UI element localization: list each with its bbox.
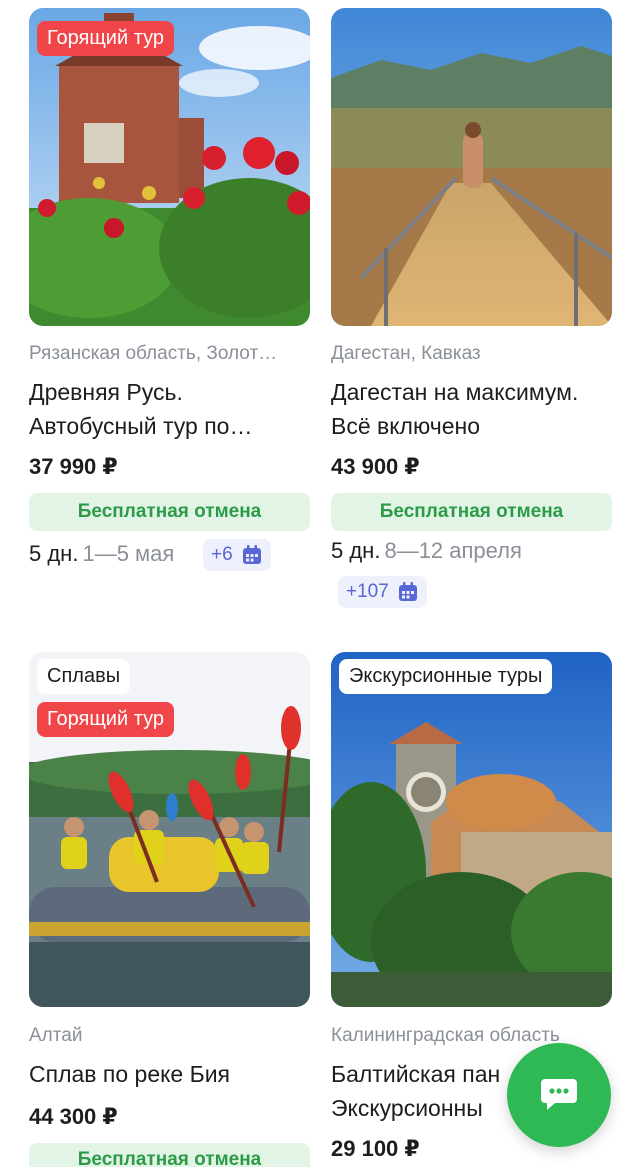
tour-photo-tower	[331, 652, 612, 1007]
chat-bubble-icon	[541, 1079, 577, 1110]
category-badge: Экскурсионные туры	[339, 659, 553, 694]
tour-title-line: Автобусный тур по…	[29, 413, 253, 439]
category-badge: Сплавы	[37, 659, 131, 694]
tour-price: 43 900 ₽	[331, 454, 420, 479]
tour-photo[interactable]	[331, 8, 612, 326]
tour-title[interactable]: Дагестан на максимум. Всё включено	[331, 375, 631, 443]
tour-title-line: Древняя Русь.	[29, 379, 183, 405]
tour-dates: 5 дн. 8—12 апреля	[331, 538, 522, 564]
tour-title[interactable]: Сплав по реке Бия	[29, 1057, 329, 1091]
tour-price: 44 300 ₽	[29, 1104, 118, 1129]
chat-button[interactable]	[507, 1043, 611, 1147]
tour-date-range: 1—5 мая	[82, 541, 175, 566]
more-dates-button[interactable]: +107	[338, 576, 427, 608]
hot-tour-badge: Горящий тур	[37, 21, 174, 56]
tour-region: Рязанская область, Золот…	[29, 343, 278, 364]
tour-title[interactable]: Древняя Русь. Автобусный тур по…	[29, 375, 329, 443]
tour-duration: 5 дн.	[331, 538, 381, 563]
tour-photo[interactable]	[331, 652, 612, 1007]
free-cancellation-badge: Бесплатная отмена	[331, 493, 612, 531]
tour-title-line: Всё включено	[331, 413, 480, 439]
tour-title-line: Сплав по реке Бия	[29, 1061, 231, 1087]
tour-region: Калининградская область	[331, 1025, 560, 1046]
tour-price: 37 990 ₽	[29, 454, 118, 479]
tour-dates: 5 дн. 1—5 мая	[29, 541, 174, 567]
tour-photo-dagestan	[331, 8, 612, 326]
tour-price: 29 100 ₽	[331, 1136, 420, 1161]
tour-region: Алтай	[29, 1025, 83, 1046]
tour-title-line: Дагестан на максимум.	[331, 379, 579, 405]
calendar-icon	[398, 582, 417, 601]
more-dates-count: +107	[346, 581, 389, 602]
more-dates-count: +6	[211, 544, 233, 565]
tour-region: Дагестан, Кавказ	[331, 343, 481, 364]
hot-tour-badge: Горящий тур	[37, 702, 174, 737]
calendar-icon	[242, 545, 261, 564]
tour-duration: 5 дн.	[29, 541, 79, 566]
free-cancellation-badge: Бесплатная отмена	[29, 1143, 310, 1167]
free-cancellation-badge: Бесплатная отмена	[29, 493, 310, 531]
tour-date-range: 8—12 апреля	[384, 538, 522, 563]
more-dates-button[interactable]: +6	[203, 539, 271, 571]
